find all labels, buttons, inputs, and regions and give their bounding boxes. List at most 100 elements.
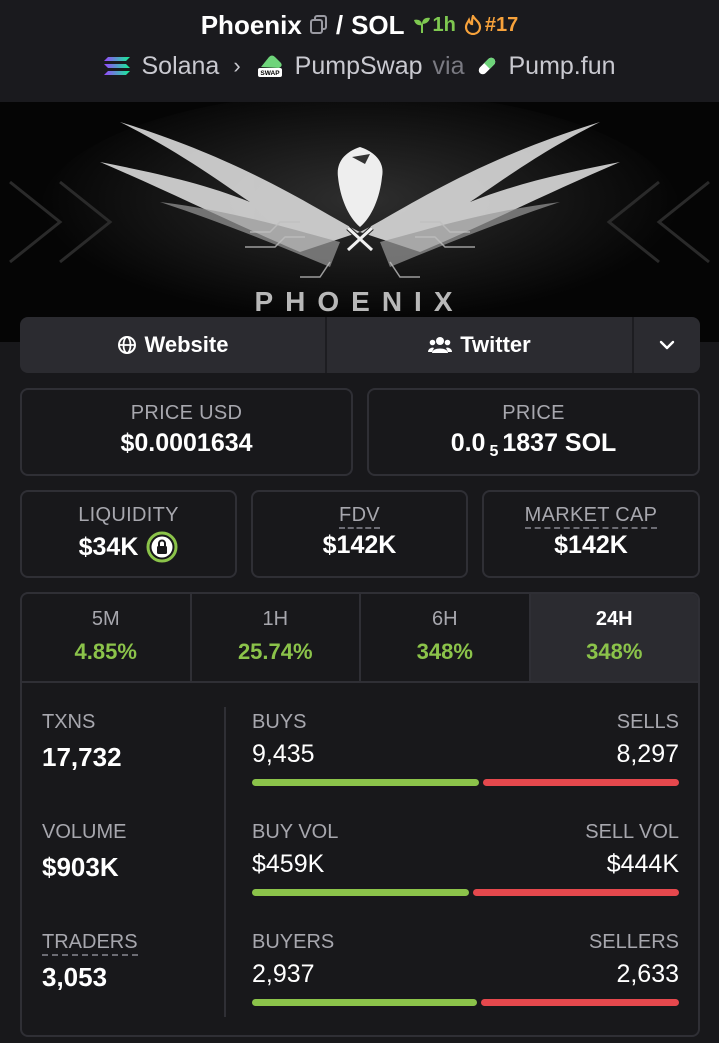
buyers-value: 2,937 xyxy=(252,960,315,988)
liquidity-value: $34K xyxy=(78,532,139,561)
pumpswap-icon: SWAP xyxy=(257,55,282,77)
volume-value: $903K xyxy=(42,852,119,882)
sells-label: SELLS xyxy=(616,711,679,733)
fdv-label-wrap: FDV xyxy=(253,504,466,529)
volume-split-bar xyxy=(252,889,679,896)
users-icon xyxy=(428,337,453,353)
trade-stats-panel: TXNS 17,732 VOLUME $903K TRADERS 3,053 B… xyxy=(20,681,700,1037)
twitter-button[interactable]: Twitter xyxy=(327,317,634,373)
chain-name[interactable]: Solana xyxy=(141,52,219,81)
svg-text:SWAP: SWAP xyxy=(260,70,280,77)
price-native-card: PRICE 0.0 5 1837 SOL xyxy=(367,388,700,476)
tab-5m[interactable]: 5M 4.85% xyxy=(22,594,192,682)
chevron-right-icon: › xyxy=(233,53,241,78)
buys-value: 9,435 xyxy=(252,740,315,768)
buy-vol-bar-fill xyxy=(252,889,469,896)
dex-name[interactable]: PumpSwap xyxy=(295,52,423,81)
price-change: 348% xyxy=(586,639,643,664)
liquidity-value-row: $34K xyxy=(22,531,235,563)
price-native-value: 0.0 5 1837 SOL xyxy=(369,429,698,460)
more-links-button[interactable] xyxy=(634,317,700,373)
market-cap-card: MARKET CAP $142K xyxy=(482,490,700,578)
tab-label: 5M xyxy=(91,608,120,630)
buys-sells-labels: BUYS SELLS xyxy=(252,711,679,734)
timeframe-tabs: 5M 4.85% 1H 25.74% 6H 348% 24H 348% xyxy=(20,592,700,682)
tab-label: 1H xyxy=(262,608,289,630)
pill-icon xyxy=(478,57,495,75)
pair-age: 1h xyxy=(413,14,456,37)
makers-split-values: 2,937 2,633 xyxy=(252,954,679,989)
buys-label: BUYS xyxy=(252,711,307,733)
sell-vol-label: SELL VOL xyxy=(585,821,679,843)
tab-1h[interactable]: 1H 25.74% xyxy=(192,594,361,682)
price-usd-value: $0.0001634 xyxy=(120,429,253,457)
buys-sells-stat: BUYS SELLS 9,435 8,297 xyxy=(252,711,679,786)
mcap-label-wrap: MARKET CAP xyxy=(484,504,698,529)
makers-split-bar xyxy=(252,999,679,1006)
copy-icon[interactable] xyxy=(309,15,328,35)
buy-vol-value: $459K xyxy=(252,850,325,878)
website-label: Website xyxy=(144,332,229,357)
buys-bar-fill xyxy=(252,779,480,786)
pair-separator: / xyxy=(335,9,344,40)
liquidity-card: LIQUIDITY $34K xyxy=(20,490,237,578)
price-native-zeros: 5 xyxy=(489,442,499,460)
liquidity-label: LIQUIDITY xyxy=(78,504,179,526)
chevron-down-icon xyxy=(659,340,675,350)
txns-value: 17,732 xyxy=(42,742,122,772)
txns-label: TXNS xyxy=(42,711,96,733)
price-usd-label: PRICE USD xyxy=(130,402,243,424)
globe-icon xyxy=(117,336,136,354)
launchpad-name[interactable]: Pump.fun xyxy=(509,52,616,81)
txns-stat: TXNS 17,732 xyxy=(42,711,122,773)
price-usd-card: PRICE USD $0.0001634 xyxy=(20,388,353,476)
stats-divider xyxy=(224,707,226,1017)
pair-header: Phoenix / SOL 1h #17 Solana › SWAP PumpS… xyxy=(0,0,719,102)
price-change: 25.74% xyxy=(237,639,313,664)
price-native-digits: 1837 SOL xyxy=(502,429,617,457)
price-change: 348% xyxy=(416,639,473,664)
makers-split-labels: BUYERS SELLERS xyxy=(252,931,679,954)
sell-vol-bar-fill xyxy=(472,889,679,896)
price-native-label: PRICE xyxy=(502,402,565,424)
website-button[interactable]: Website xyxy=(20,317,327,373)
fdv-card: FDV $142K xyxy=(251,490,468,578)
tab-24h[interactable]: 24H 348% xyxy=(530,594,698,682)
buyers-label: BUYERS xyxy=(252,931,335,953)
sellers-bar-fill xyxy=(481,999,679,1006)
flame-icon xyxy=(464,15,481,35)
social-links-bar: Website Twitter xyxy=(20,317,700,373)
market-cap-value: $142K xyxy=(554,531,628,559)
makers-split-stat: BUYERS SELLERS 2,937 2,633 xyxy=(252,931,679,1006)
tab-6h[interactable]: 6H 348% xyxy=(361,594,531,682)
traders-label[interactable]: TRADERS xyxy=(42,931,138,956)
twitter-label: Twitter xyxy=(460,332,531,357)
tab-label: 24H xyxy=(595,608,633,630)
banner-title: PHOENIX xyxy=(254,286,465,317)
buy-vol-label: BUY VOL xyxy=(252,821,339,843)
quote-token: SOL xyxy=(351,9,405,40)
solana-icon xyxy=(104,57,131,75)
fdv-label[interactable]: FDV xyxy=(339,504,380,529)
via-label: via xyxy=(432,51,465,80)
fdv-value: $142K xyxy=(322,531,397,559)
volume-split-values: $459K $444K xyxy=(252,844,679,879)
sellers-value: 2,633 xyxy=(616,960,679,988)
token-name: Phoenix xyxy=(200,9,302,40)
market-cap-label[interactable]: MARKET CAP xyxy=(524,504,658,529)
lock-icon[interactable] xyxy=(146,531,178,563)
sells-bar-fill xyxy=(483,779,679,786)
buys-sells-bar xyxy=(252,779,679,786)
sell-vol-value: $444K xyxy=(606,850,679,878)
volume-split-labels: BUY VOL SELL VOL xyxy=(252,821,679,844)
sellers-label: SELLERS xyxy=(588,931,679,953)
price-native-prefix: 0.0 xyxy=(450,429,486,457)
token-banner-image: PHOENIX xyxy=(0,102,719,342)
buyers-bar-fill xyxy=(252,999,478,1006)
traders-stat: TRADERS 3,053 xyxy=(42,931,138,993)
traders-value: 3,053 xyxy=(42,962,108,992)
volume-split-stat: BUY VOL SELL VOL $459K $444K xyxy=(252,821,679,896)
age-text: 1h xyxy=(432,13,456,36)
tab-label: 6H xyxy=(431,608,458,630)
trending-rank[interactable]: #17 xyxy=(464,14,518,37)
